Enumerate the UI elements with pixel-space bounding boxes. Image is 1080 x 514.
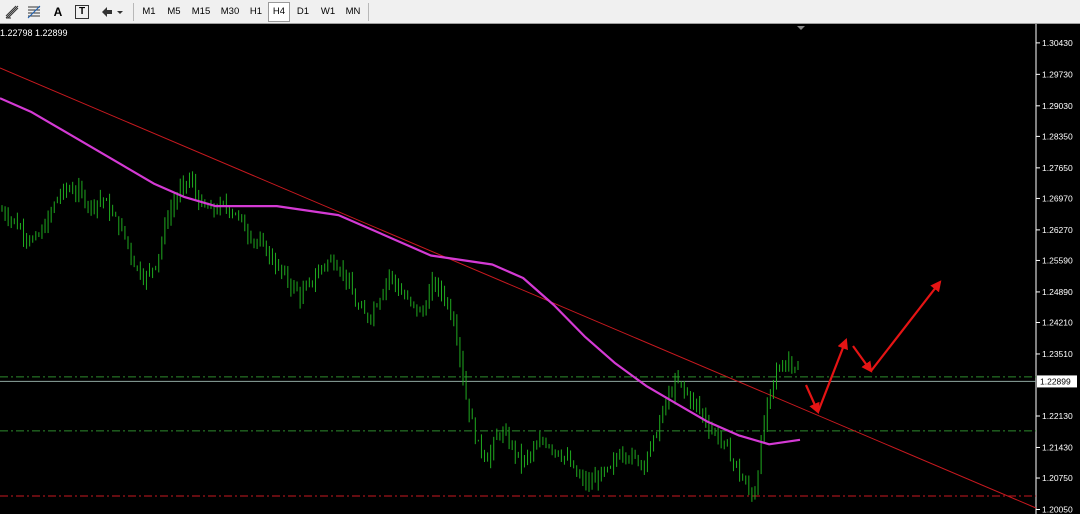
- current-price-label: 1.22899: [1040, 376, 1071, 386]
- price-scale-label: 1.28350: [1042, 131, 1073, 141]
- price-scale-label: 1.22130: [1042, 411, 1073, 421]
- timeframe-m30-button[interactable]: M30: [216, 2, 244, 22]
- price-scale-label: 1.29730: [1042, 69, 1073, 79]
- chart-shift-marker: [797, 26, 805, 30]
- price-scale-label: 1.30430: [1042, 38, 1073, 48]
- objects-list-icon[interactable]: [2, 2, 22, 22]
- price-scale-label: 1.24210: [1042, 317, 1073, 327]
- forecast-arrow: [816, 337, 848, 413]
- text-label-glyph: T: [75, 5, 89, 19]
- price-scale-label: 1.27650: [1042, 163, 1073, 173]
- toolbar-separator: [368, 3, 369, 21]
- timeframe-h1-button[interactable]: H1: [245, 2, 267, 22]
- timeframe-m5-button[interactable]: M5: [162, 2, 186, 22]
- price-scale-label: 1.24890: [1042, 287, 1073, 297]
- timeframe-m15-button[interactable]: M15: [187, 2, 215, 22]
- moving-average-line: [0, 97, 801, 446]
- timeframe-m1-button[interactable]: M1: [137, 2, 161, 22]
- forecast-arrow: [870, 280, 942, 372]
- price-scale-label: 1.26270: [1042, 225, 1073, 235]
- chart-canvas[interactable]: 1.30430 1.29730 1.29030 1.28350 1.27650 1.269…: [0, 24, 1080, 514]
- timeframe-h4-button[interactable]: H4: [268, 2, 290, 22]
- price-scale-label: 1.20750: [1042, 473, 1073, 483]
- candlestick-series: [1, 171, 799, 502]
- text-tool-icon[interactable]: A: [48, 2, 68, 22]
- fibonacci-icon[interactable]: [24, 2, 44, 22]
- forecast-arrow: [852, 345, 873, 373]
- price-scale-label: 1.23510: [1042, 349, 1073, 359]
- price-scale-label: 1.29030: [1042, 101, 1073, 111]
- price-scale-label: 1.26970: [1042, 193, 1073, 203]
- timeframe-w1-button[interactable]: W1: [316, 2, 340, 22]
- price-scale-label: 1.25590: [1042, 255, 1073, 265]
- text-label-icon[interactable]: T: [72, 2, 92, 22]
- chart-toolbar: A T M1 M5 M15 M30 H1 H4 D1 W1 MN: [0, 0, 1080, 24]
- arrows-tool-icon[interactable]: [98, 2, 126, 22]
- price-scale-label: 1.21430: [1042, 442, 1073, 452]
- price-scale-label: 1.20050: [1042, 505, 1073, 514]
- timeframe-mn-button[interactable]: MN: [341, 2, 365, 22]
- forecast-arrow: [804, 384, 820, 415]
- timeframe-d1-button[interactable]: D1: [291, 2, 315, 22]
- downtrend-line: [0, 67, 1037, 509]
